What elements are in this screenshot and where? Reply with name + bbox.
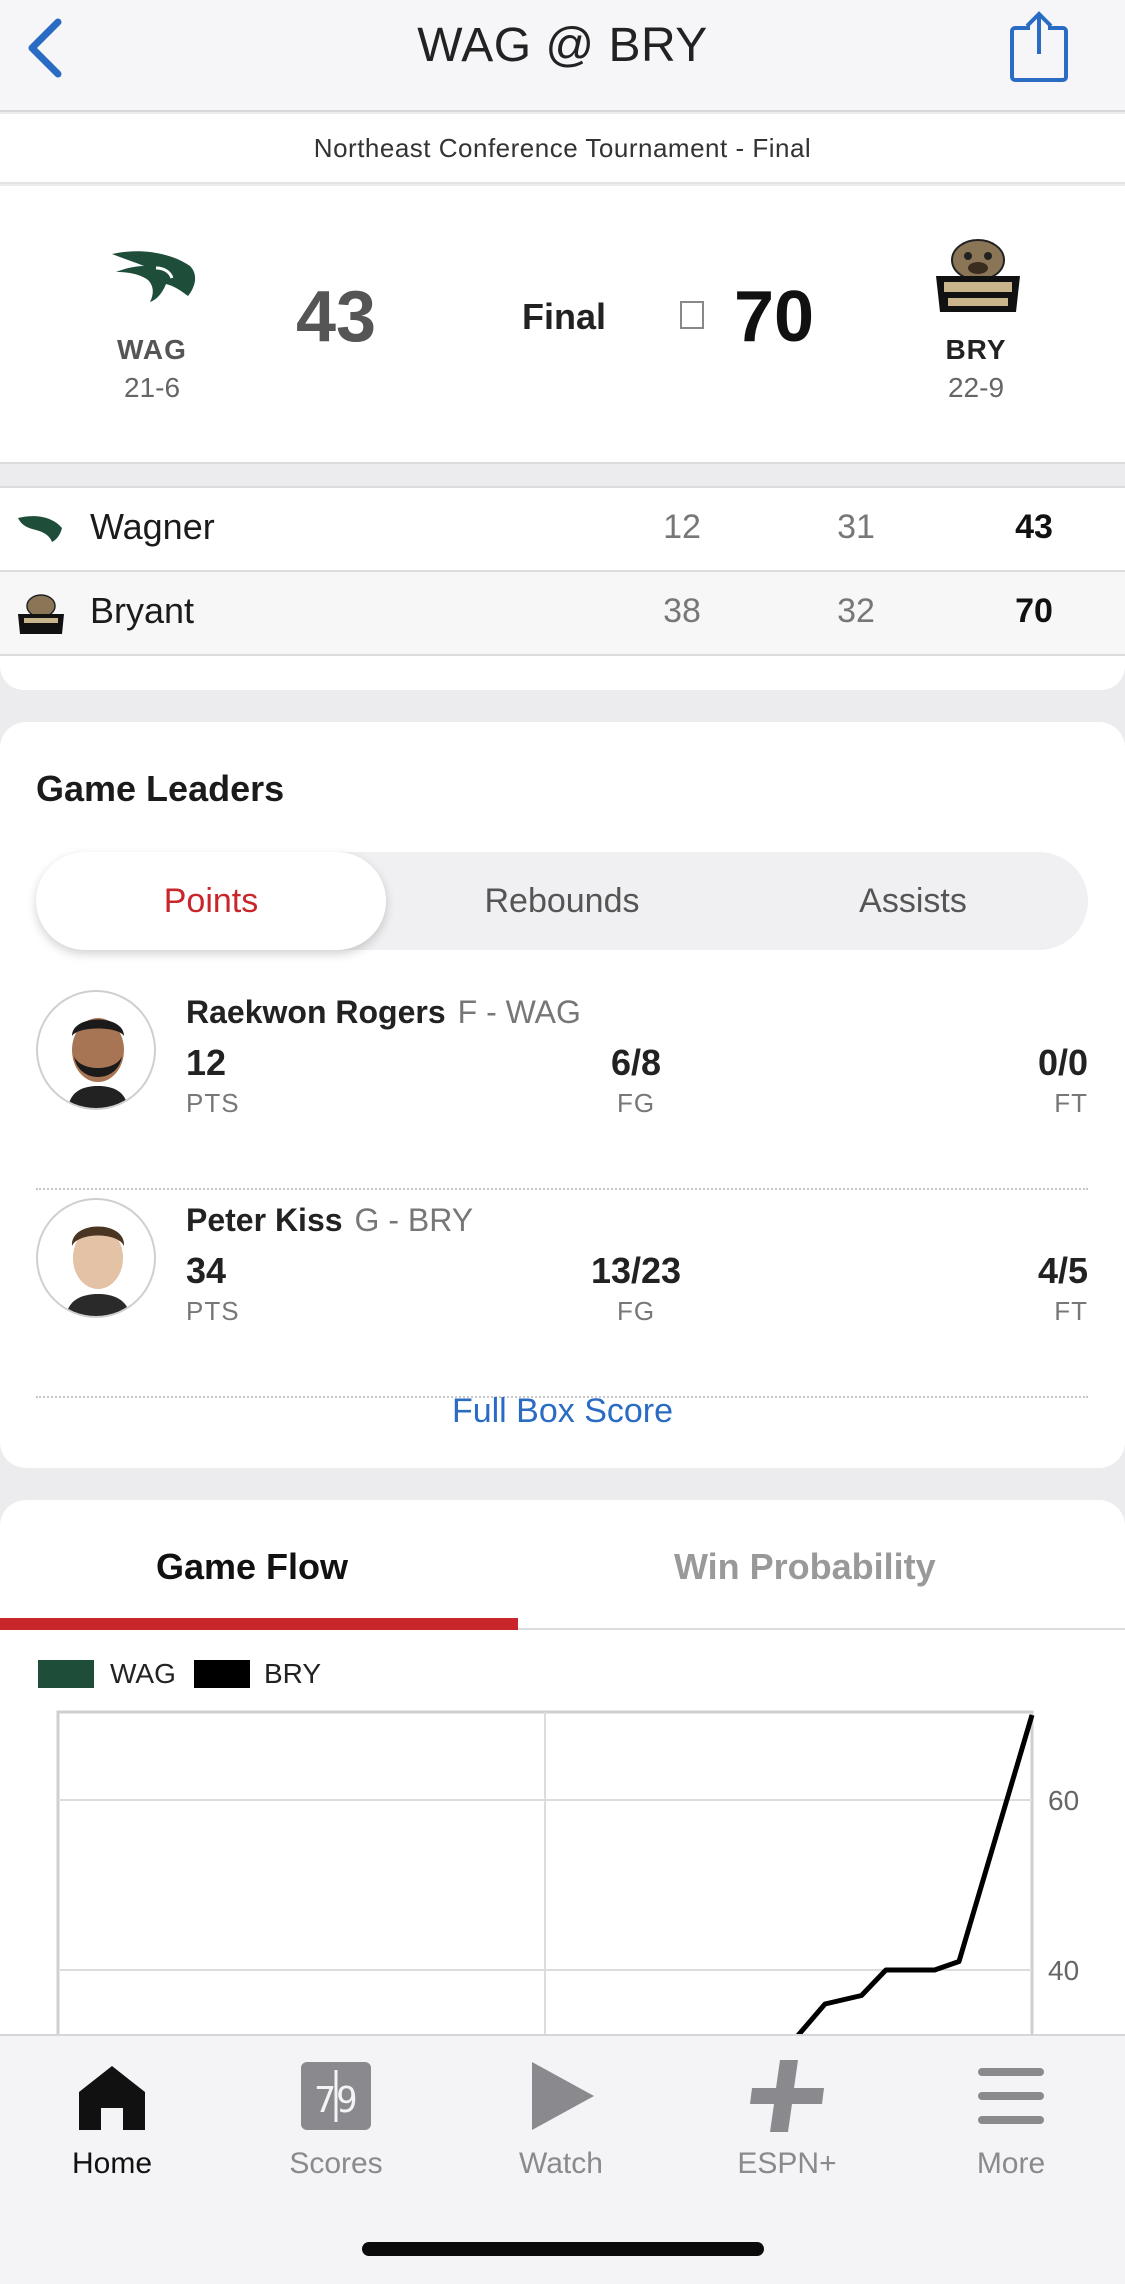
home-icon (79, 2066, 145, 2130)
tab-home[interactable]: Home (37, 2056, 187, 2181)
half-1-score: 12 (663, 508, 701, 546)
avatar (36, 990, 156, 1110)
page-title: WAG @ BRY (417, 19, 708, 72)
player-name-text: Peter Kiss (186, 1202, 343, 1238)
share-icon[interactable] (1008, 8, 1070, 84)
plus-icon (750, 2060, 824, 2132)
away-abbr: WAG (117, 334, 187, 365)
tab-more[interactable]: More (936, 2056, 1086, 2181)
tab-label: Home (71, 2147, 153, 2180)
avatar (36, 1198, 156, 1318)
game-status: Final (522, 296, 607, 337)
tab-label: ESPN+ (737, 2147, 837, 2180)
legend-label-bry: BRY (264, 1658, 322, 1689)
legend-swatch-wag (38, 1660, 94, 1688)
stat-value: 13/23 (590, 1250, 682, 1291)
half-1-score: 38 (663, 592, 701, 630)
y-tick-label: 40 (1048, 1955, 1079, 1986)
tab-label: More (976, 2147, 1046, 2180)
linescore-row-home[interactable]: Bryant 38 32 70 (0, 572, 1125, 656)
stat-value: 0/0 (1037, 1042, 1088, 1083)
stat-fg: 6/8 FG (576, 1042, 696, 1119)
stat-label: PTS (186, 1088, 240, 1118)
stat-pts: 34 PTS (186, 1250, 240, 1327)
away-score: 43 (296, 277, 377, 357)
scoreboard: WAG 21-6 43 Final 70 BRY 22-9 (0, 186, 1125, 464)
play-icon (532, 2062, 594, 2130)
leaders-segmented-control: Points Rebounds Assists (36, 852, 1088, 950)
home-record: 22-9 (947, 372, 1005, 403)
nav-header: WAG @ BRY (0, 0, 1125, 112)
section-title: Game Leaders (36, 768, 285, 809)
linescore-card-bottom (0, 656, 1125, 690)
stat-label: FG (616, 1296, 656, 1326)
stat-label: FT (1054, 1088, 1088, 1118)
legend-swatch-bry (194, 1660, 250, 1688)
game-screen: WAG @ BRY Northeast Conference Tournamen… (0, 0, 1125, 2284)
stat-fg: 13/23 FG (566, 1250, 706, 1327)
possession-icon (680, 301, 704, 329)
player-position: G - BRY (354, 1202, 474, 1238)
stat-label: PTS (186, 1296, 240, 1326)
tab-game-flow[interactable]: Game Flow (156, 1546, 348, 1588)
game-flow-card: Game Flow Win Probability WAG BRY 40 60 (0, 1500, 1125, 2100)
linescore-row-away[interactable]: Wagner 12 31 43 (0, 488, 1125, 572)
half-2-score: 32 (837, 592, 875, 630)
y-tick-label: 60 (1048, 1785, 1079, 1816)
home-indicator (362, 2242, 764, 2256)
bryant-logo[interactable] (930, 236, 1026, 316)
stat-ft: 4/5 FT (996, 1250, 1088, 1327)
tab-rebounds[interactable]: Rebounds (387, 852, 737, 950)
player-name: Raekwon Rogers F - WAG (186, 994, 581, 1031)
legend-label-wag: WAG (110, 1658, 176, 1689)
stat-pts: 12 PTS (186, 1042, 240, 1119)
stat-label: FG (616, 1088, 656, 1118)
leader-row[interactable]: Peter Kiss G - BRY 34 PTS 13/23 FG 4/5 FT (36, 1192, 1088, 1398)
half-2-score: 31 (837, 508, 875, 546)
wagner-logo (18, 516, 62, 542)
tab-points[interactable]: Points (36, 852, 386, 950)
active-tab-indicator (0, 1618, 518, 1630)
player-name: Peter Kiss G - BRY (186, 1202, 473, 1239)
player-name-text: Raekwon Rogers (186, 994, 446, 1030)
tab-scores[interactable]: 79 Scores (261, 2056, 411, 2181)
team-name: Wagner (90, 506, 215, 547)
tab-label: Scores (289, 2147, 383, 2180)
tab-espn-plus[interactable]: ESPN+ (712, 2056, 862, 2181)
menu-icon (978, 2068, 1044, 2124)
scores-icon-text: 79 (314, 2080, 357, 2121)
wagner-logo[interactable] (108, 246, 200, 304)
game-leaders-card: Game Leaders Points Rebounds Assists Rae… (0, 722, 1125, 1468)
tab-watch[interactable]: Watch (486, 2056, 636, 2181)
player-position: F - WAG (457, 994, 581, 1030)
scoreboard-icon: 79 (301, 2062, 371, 2130)
linescore-table: Wagner 12 31 43 Bryant 38 32 70 (0, 486, 1125, 656)
away-record: 21-6 (123, 372, 181, 403)
event-name: Northeast Conference Tournament - Final (0, 114, 1125, 184)
flow-tabs: Game Flow Win Probability (0, 1500, 1125, 1630)
tab-win-probability[interactable]: Win Probability (674, 1546, 936, 1588)
home-score: 70 (734, 277, 815, 357)
stat-label: FT (1054, 1296, 1088, 1326)
leader-row[interactable]: Raekwon Rogers F - WAG 12 PTS 6/8 FG 0/0 FT (36, 984, 1088, 1190)
tab-label: Watch (519, 2147, 603, 2180)
stat-value: 34 (186, 1250, 227, 1291)
stat-value: 12 (186, 1042, 227, 1083)
team-name: Bryant (90, 590, 195, 631)
home-abbr: BRY (945, 334, 1007, 365)
tab-assists[interactable]: Assists (738, 852, 1088, 950)
stat-ft: 0/0 FT (996, 1042, 1088, 1119)
full-box-score-link[interactable]: Full Box Score (0, 1392, 1125, 1431)
total-score: 43 (1015, 508, 1053, 546)
stat-value: 6/8 (610, 1042, 662, 1083)
bryant-logo (18, 594, 64, 634)
stat-value: 4/5 (1037, 1250, 1088, 1291)
total-score: 70 (1015, 592, 1053, 630)
